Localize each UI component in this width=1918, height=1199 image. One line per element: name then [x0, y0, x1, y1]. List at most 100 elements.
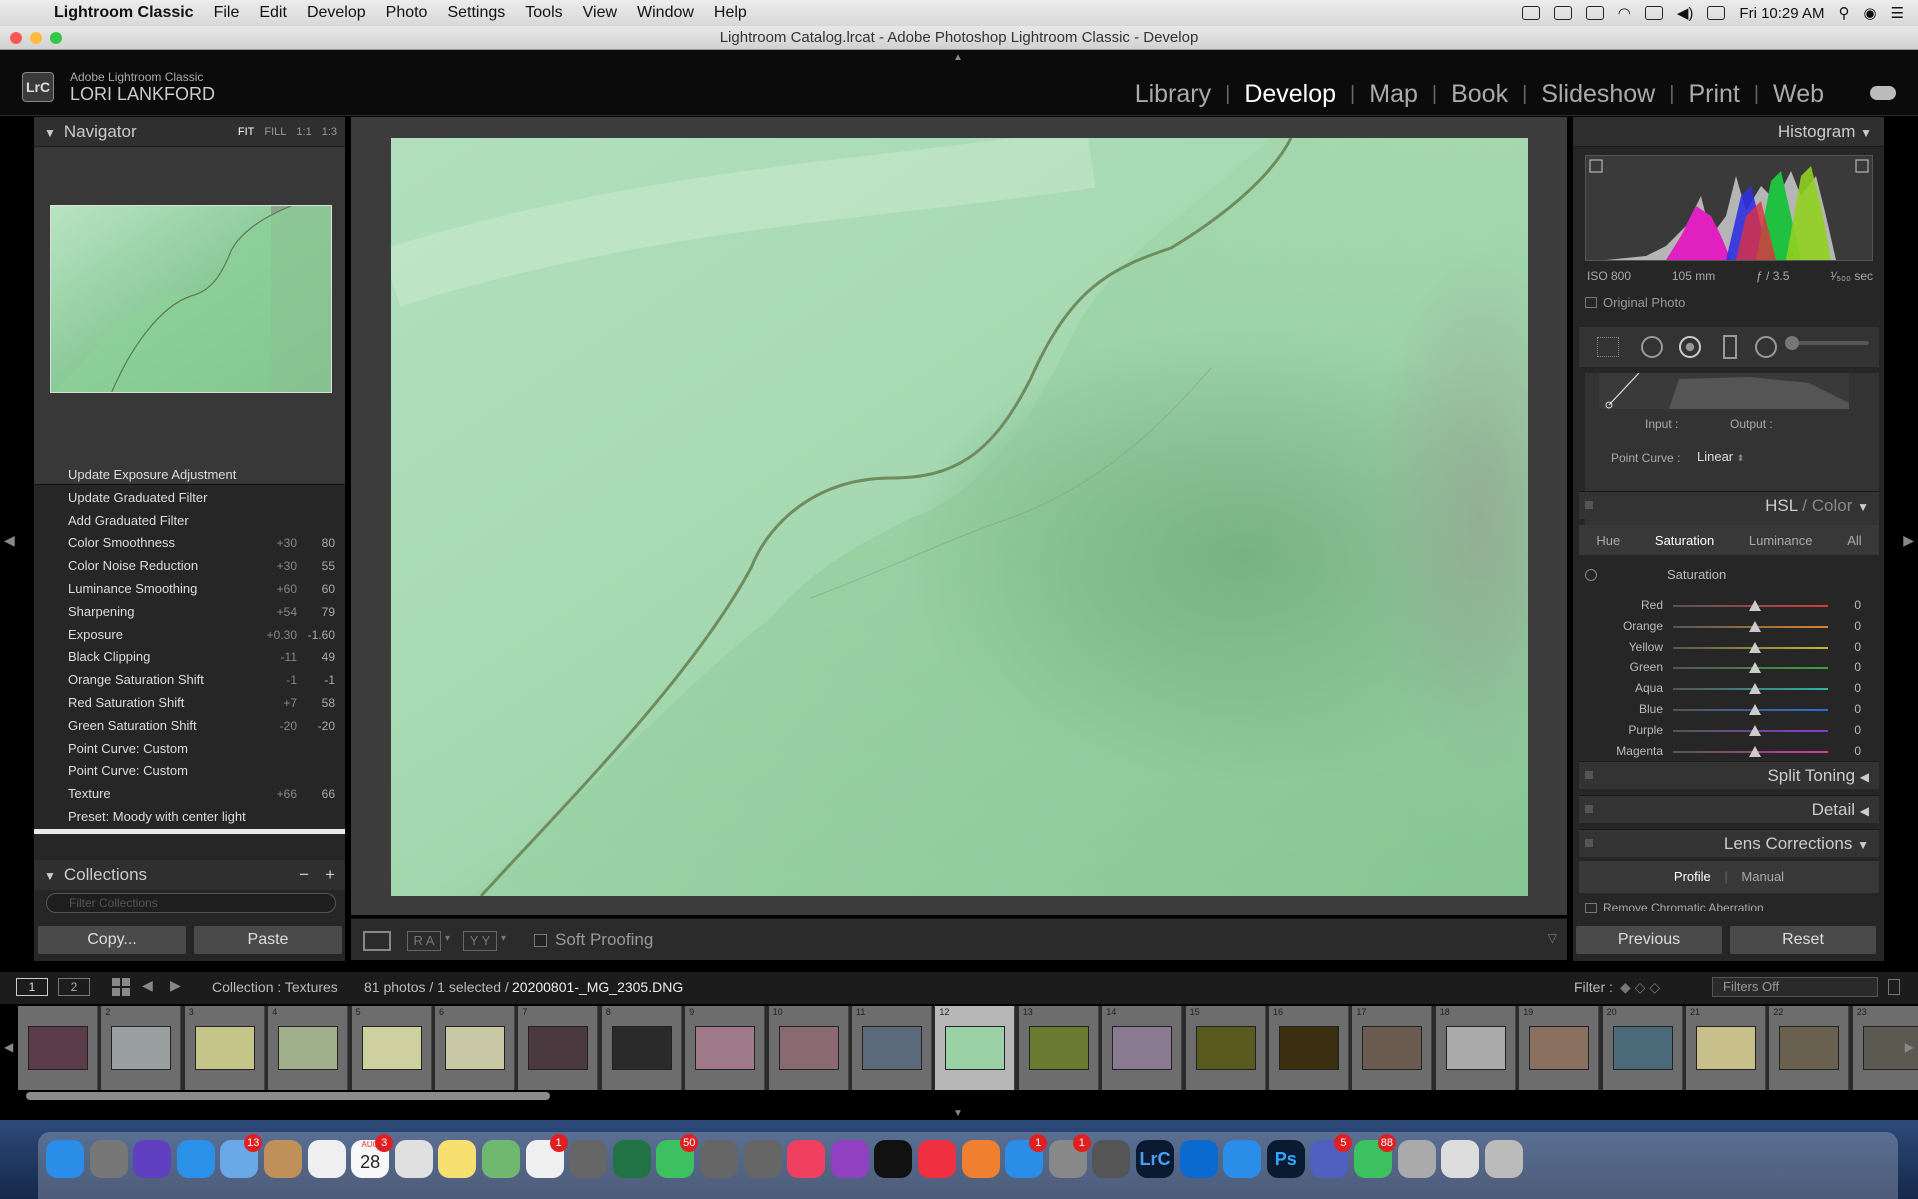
- hsl-header[interactable]: HSL / Color ▼: [1579, 491, 1879, 519]
- maps-icon[interactable]: [482, 1140, 520, 1178]
- slider-thumb[interactable]: [1749, 745, 1761, 757]
- history-item[interactable]: Orange Saturation Shift -1 -1: [34, 669, 345, 692]
- module-web[interactable]: Web: [1759, 80, 1838, 109]
- previous-button[interactable]: Previous: [1576, 926, 1722, 954]
- slider-value[interactable]: 0: [1854, 598, 1861, 612]
- zoom-1-3[interactable]: 1:3: [322, 117, 337, 147]
- back-arrow-icon[interactable]: ◀: [142, 977, 153, 994]
- detail-header[interactable]: Detail ◀: [1579, 795, 1879, 823]
- spotlight-icon[interactable]: ⚲: [1838, 4, 1849, 22]
- panel-switch-icon[interactable]: [1585, 839, 1593, 847]
- grid-view-icon[interactable]: [112, 978, 130, 996]
- collapse-triangle-icon[interactable]: ▼: [1860, 126, 1872, 140]
- filmstrip-thumbnail[interactable]: 13: [1018, 1006, 1099, 1090]
- bottom-panel-toggle-icon[interactable]: ▼: [953, 1108, 963, 1119]
- filmstrip-thumbnail[interactable]: 4: [268, 1006, 349, 1090]
- slider-track[interactable]: [1673, 600, 1828, 611]
- siri-icon[interactable]: [133, 1140, 172, 1178]
- zoom-fill[interactable]: FILL: [264, 117, 286, 147]
- zoom-fit[interactable]: FIT: [238, 117, 255, 147]
- collapse-triangle-icon[interactable]: ▼: [44, 869, 56, 883]
- filmstrip-thumbnail[interactable]: 2: [101, 1006, 182, 1090]
- volume-icon[interactable]: ◀): [1677, 4, 1694, 22]
- history-item[interactable]: Exposure +0.30 -1.60: [34, 624, 345, 647]
- menu-settings[interactable]: Settings: [437, 4, 515, 22]
- control-center-icon[interactable]: ☰: [1891, 4, 1904, 22]
- filmstrip-thumbnail[interactable]: 3: [184, 1006, 265, 1090]
- main-photo[interactable]: [391, 138, 1528, 896]
- loupe-view-icon[interactable]: [363, 931, 391, 951]
- books-icon[interactable]: [961, 1140, 1000, 1178]
- history-item[interactable]: Update Graduated Filter: [34, 487, 345, 510]
- lens-corrections-header[interactable]: Lens Corrections ▼: [1579, 829, 1879, 857]
- before-after-tb-icon[interactable]: Y Y: [463, 931, 497, 951]
- filmstrip-thumbnail[interactable]: 7: [518, 1006, 599, 1090]
- slider-track[interactable]: [1673, 620, 1828, 632]
- remove-collection-icon[interactable]: −: [299, 860, 309, 890]
- slider-purple[interactable]: Purple 0: [1583, 720, 1873, 740]
- reset-button[interactable]: Reset: [1730, 926, 1876, 954]
- history-item[interactable]: Color Noise Reduction +30 55: [34, 555, 345, 578]
- tab-profile[interactable]: Profile: [1674, 869, 1711, 884]
- crop-overlay-icon[interactable]: [1597, 337, 1619, 357]
- filmstrip-scrollbar[interactable]: [26, 1092, 550, 1100]
- slider-thumb[interactable]: [1749, 600, 1761, 611]
- cloud-status-icon[interactable]: [1553, 6, 1572, 20]
- appletv-icon[interactable]: [874, 1140, 913, 1178]
- panel-switch-icon[interactable]: [1585, 771, 1593, 779]
- filter-lock-icon[interactable]: [1888, 979, 1900, 995]
- filter-select[interactable]: Filters Off: [1712, 977, 1878, 997]
- right-panel-toggle-icon[interactable]: ▶: [1903, 532, 1914, 549]
- menu-view[interactable]: View: [573, 4, 627, 22]
- history-item[interactable]: Black Clipping -11 49: [34, 646, 345, 669]
- collapse-triangle-icon[interactable]: ▼: [1857, 500, 1869, 514]
- remove-ca-checkbox[interactable]: [1585, 903, 1597, 913]
- history-item[interactable]: Red Saturation Shift +7 58: [34, 692, 345, 715]
- music-icon[interactable]: [787, 1140, 826, 1178]
- mail-icon[interactable]: 13: [220, 1134, 263, 1178]
- tab-manual[interactable]: Manual: [1741, 869, 1784, 884]
- slider-track[interactable]: [1673, 641, 1828, 653]
- tab-luminance[interactable]: Luminance: [1749, 533, 1813, 548]
- zoom-1-1[interactable]: 1:1: [296, 117, 311, 147]
- source-collection[interactable]: Collection : Textures: [212, 979, 338, 995]
- hsl-title[interactable]: HSL: [1765, 496, 1797, 515]
- tab-hue[interactable]: Hue: [1596, 533, 1620, 548]
- history-item[interactable]: Color Smoothness +30 80: [34, 532, 345, 555]
- filmstrip-right-arrow-icon[interactable]: ▶: [1905, 1040, 1914, 1054]
- radial-filter-icon[interactable]: [1755, 336, 1777, 358]
- adjustment-brush-icon[interactable]: [1785, 336, 1799, 350]
- module-develop[interactable]: Develop: [1230, 80, 1350, 109]
- graduated-filter-icon[interactable]: [1723, 335, 1737, 359]
- calendar-icon[interactable]: AUG 28 3: [351, 1134, 394, 1178]
- tab-all[interactable]: All: [1847, 533, 1861, 548]
- before-after-lr-icon[interactable]: R A: [407, 931, 441, 951]
- messages-icon[interactable]: 88: [1354, 1134, 1396, 1178]
- slider-value[interactable]: 0: [1854, 640, 1861, 654]
- help-icon[interactable]: [743, 1140, 782, 1178]
- filmstrip-left-arrow-icon[interactable]: ◀: [4, 1040, 13, 1054]
- split-toning-header[interactable]: Split Toning ◀: [1579, 761, 1879, 789]
- filmstrip-thumbnail[interactable]: 11: [852, 1006, 932, 1090]
- filmstrip-thumbnail[interactable]: 12: [935, 1006, 1016, 1090]
- collapse-triangle-icon[interactable]: ▼: [1857, 838, 1869, 852]
- screenshot-icon[interactable]: [1092, 1140, 1131, 1178]
- navigator-header[interactable]: ▼ Navigator FIT FILL 1:1 1:3: [34, 117, 345, 147]
- slider-thumb[interactable]: [1749, 724, 1761, 736]
- notes-icon[interactable]: [438, 1140, 477, 1178]
- filmstrip-thumbnail[interactable]: 14: [1102, 1006, 1183, 1090]
- module-map[interactable]: Map: [1355, 80, 1432, 109]
- filmstrip-thumbnail[interactable]: 21: [1686, 1006, 1766, 1090]
- menu-file[interactable]: File: [204, 4, 250, 22]
- expand-triangle-icon[interactable]: ◀: [1860, 804, 1869, 818]
- spot-removal-icon[interactable]: [1641, 336, 1663, 358]
- history-item[interactable]: Update Exposure Adjustment: [34, 464, 345, 487]
- menu-photo[interactable]: Photo: [376, 4, 438, 22]
- history-item[interactable]: Preset: Moody with center light: [34, 806, 345, 829]
- contacts-icon[interactable]: [264, 1140, 302, 1178]
- brush-slider[interactable]: [1789, 341, 1869, 345]
- reminders-icon[interactable]: [307, 1140, 346, 1178]
- status-icon[interactable]: [1521, 6, 1540, 20]
- minimize-window-button[interactable]: [30, 32, 42, 44]
- photoshop-icon[interactable]: Ps: [1266, 1140, 1305, 1178]
